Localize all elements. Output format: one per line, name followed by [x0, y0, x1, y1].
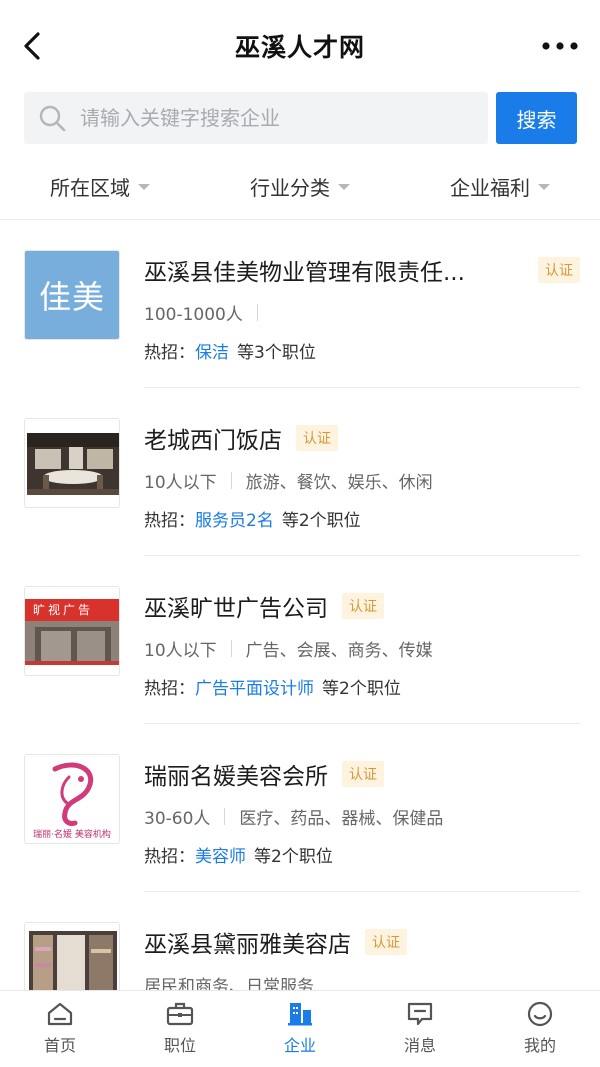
hot-jobs-prefix: 热招： [144, 679, 195, 699]
search-row: 搜索 [0, 86, 600, 152]
nav-bar: 巫溪人才网 [0, 0, 600, 86]
tab-profile[interactable]: 我的 [480, 991, 600, 1067]
caret-down-icon [138, 184, 150, 190]
hot-jobs-count: 等2个职位 [254, 847, 333, 867]
company-industry: 广告、会展、商务、传媒 [245, 641, 433, 661]
company-item[interactable]: 巫溪县黛丽雅美容店 认证 居民和商务、日常服务 [0, 892, 600, 990]
hot-jobs-count: 等3个职位 [237, 343, 316, 363]
company-meta: 100-1000人 [144, 300, 272, 325]
tab-home[interactable]: 首页 [0, 991, 120, 1067]
company-logo: 瑞丽·名媛 美容机构 [24, 754, 120, 844]
building-icon [285, 1000, 315, 1028]
company-list: 佳美 巫溪县佳美物业管理有限责任... 认证 100-1000人 热招：保洁 等3… [0, 220, 600, 990]
page-title: 巫溪人才网 [234, 33, 365, 62]
hot-job-link[interactable]: 广告平面设计师 [195, 679, 314, 699]
hot-jobs-prefix: 热招： [144, 511, 195, 531]
caret-down-icon [338, 184, 350, 190]
company-size: 居民和商务、日常服务 [144, 977, 314, 990]
company-logo-text: 佳美 [38, 278, 105, 316]
filter-bar: 所在区域 行业分类 企业福利 [0, 152, 600, 220]
company-logo [24, 418, 120, 508]
company-meta: 10人以下 旅游、餐饮、娱乐、休闲 [144, 468, 433, 493]
company-item[interactable]: 老城西门饭店 认证 10人以下 旅游、餐饮、娱乐、休闲 热招：服务员2名 等2个职… [0, 388, 600, 556]
search-input[interactable] [80, 106, 460, 130]
hot-job-link[interactable]: 服务员2名 [195, 511, 274, 531]
company-meta: 居民和商务、日常服务 [144, 972, 314, 990]
hot-jobs: 热招：保洁 等3个职位 [144, 338, 316, 363]
company-meta: 30-60人 医疗、药品、器械、保健品 [144, 804, 443, 829]
meta-separator [224, 808, 226, 825]
search-button[interactable]: 搜索 [496, 92, 577, 144]
meta-separator [230, 640, 232, 657]
search-icon [36, 102, 68, 134]
tab-home-label: 首页 [43, 1036, 76, 1055]
company-size: 100-1000人 [144, 305, 243, 325]
filter-benefits-label: 企业福利 [450, 175, 530, 200]
profile-icon [525, 1000, 555, 1028]
meta-separator [230, 472, 232, 489]
meta-separator [256, 304, 258, 321]
company-size: 10人以下 [144, 641, 217, 661]
company-logo [24, 922, 120, 990]
company-name: 巫溪县佳美物业管理有限责任... [144, 260, 465, 286]
hot-job-link[interactable]: 保洁 [195, 343, 229, 363]
verified-badge: 认证 [342, 593, 384, 619]
filter-industry-label: 行业分类 [250, 175, 330, 200]
caret-down-icon [538, 184, 550, 190]
briefcase-icon [165, 1000, 195, 1028]
more-button[interactable] [538, 32, 582, 60]
company-name: 瑞丽名媛美容会所 [144, 764, 328, 790]
company-item[interactable]: 瑞丽·名媛 美容机构 瑞丽名媛美容会所 认证 30-60人 医疗、药品、器械、保… [0, 724, 600, 892]
verified-badge: 认证 [296, 425, 338, 451]
hot-jobs-prefix: 热招： [144, 343, 195, 363]
filter-industry[interactable]: 行业分类 [200, 152, 400, 220]
hot-jobs: 热招：美容师 等2个职位 [144, 842, 333, 867]
company-name: 老城西门饭店 [144, 428, 282, 454]
hot-jobs-count: 等2个职位 [281, 511, 361, 531]
company-logo-text: 旷视广告 [33, 603, 94, 617]
tab-companies[interactable]: 企业 [240, 991, 360, 1067]
company-meta: 10人以下 广告、会展、商务、传媒 [144, 636, 433, 661]
company-name-row: 巫溪县黛丽雅美容店 认证 [144, 924, 580, 960]
tab-profile-label: 我的 [523, 1036, 556, 1055]
home-icon [45, 1000, 75, 1028]
company-name-row: 巫溪旷世广告公司 认证 [144, 588, 580, 624]
shop-interior-photo [25, 923, 119, 990]
hot-jobs-count: 等2个职位 [322, 679, 401, 699]
company-item[interactable]: 旷视广告 巫溪旷世广告公司 认证 10人以下 广告、会展、商务、传媒 热招：广告… [0, 556, 600, 724]
restaurant-photo [25, 419, 119, 507]
company-name: 巫溪县黛丽雅美容店 [144, 932, 351, 958]
tab-messages-label: 消息 [403, 1036, 436, 1055]
filter-region[interactable]: 所在区域 [0, 152, 200, 220]
company-logo-text: 瑞丽·名媛 美容机构 [33, 830, 111, 840]
tab-messages[interactable]: 消息 [360, 991, 480, 1067]
message-icon [405, 1000, 435, 1028]
tab-jobs-label: 职位 [163, 1036, 196, 1055]
tab-bar: 首页 职位 企业 消息 我的 [0, 990, 600, 1067]
company-industry: 旅游、餐饮、娱乐、休闲 [245, 473, 433, 493]
filter-region-label: 所在区域 [50, 175, 130, 200]
company-industry: 医疗、药品、器械、保健品 [239, 809, 444, 829]
company-name-row: 巫溪县佳美物业管理有限责任... 认证 [144, 252, 580, 288]
tab-jobs[interactable]: 职位 [120, 991, 240, 1067]
company-name-row: 老城西门饭店 认证 [144, 420, 580, 456]
company-size: 30-60人 [144, 809, 211, 829]
more-dots-icon [542, 42, 578, 50]
company-logo: 旷视广告 [24, 586, 120, 676]
hot-jobs-prefix: 热招： [144, 847, 195, 867]
company-name-row: 瑞丽名媛美容会所 认证 [144, 756, 580, 792]
hot-job-link[interactable]: 美容师 [195, 847, 246, 867]
verified-badge: 认证 [365, 929, 407, 955]
verified-badge: 认证 [342, 761, 384, 787]
company-item[interactable]: 佳美 巫溪县佳美物业管理有限责任... 认证 100-1000人 热招：保洁 等3… [0, 220, 600, 388]
hot-jobs: 热招：广告平面设计师 等2个职位 [144, 674, 401, 699]
filter-benefits[interactable]: 企业福利 [400, 152, 600, 220]
company-logo: 佳美 [24, 250, 120, 340]
tab-companies-label: 企业 [283, 1036, 316, 1055]
company-size: 10人以下 [144, 473, 217, 493]
hot-jobs: 热招：服务员2名 等2个职位 [144, 506, 361, 531]
verified-badge: 认证 [538, 257, 580, 283]
company-name: 巫溪旷世广告公司 [144, 596, 328, 622]
search-box[interactable] [24, 92, 488, 144]
